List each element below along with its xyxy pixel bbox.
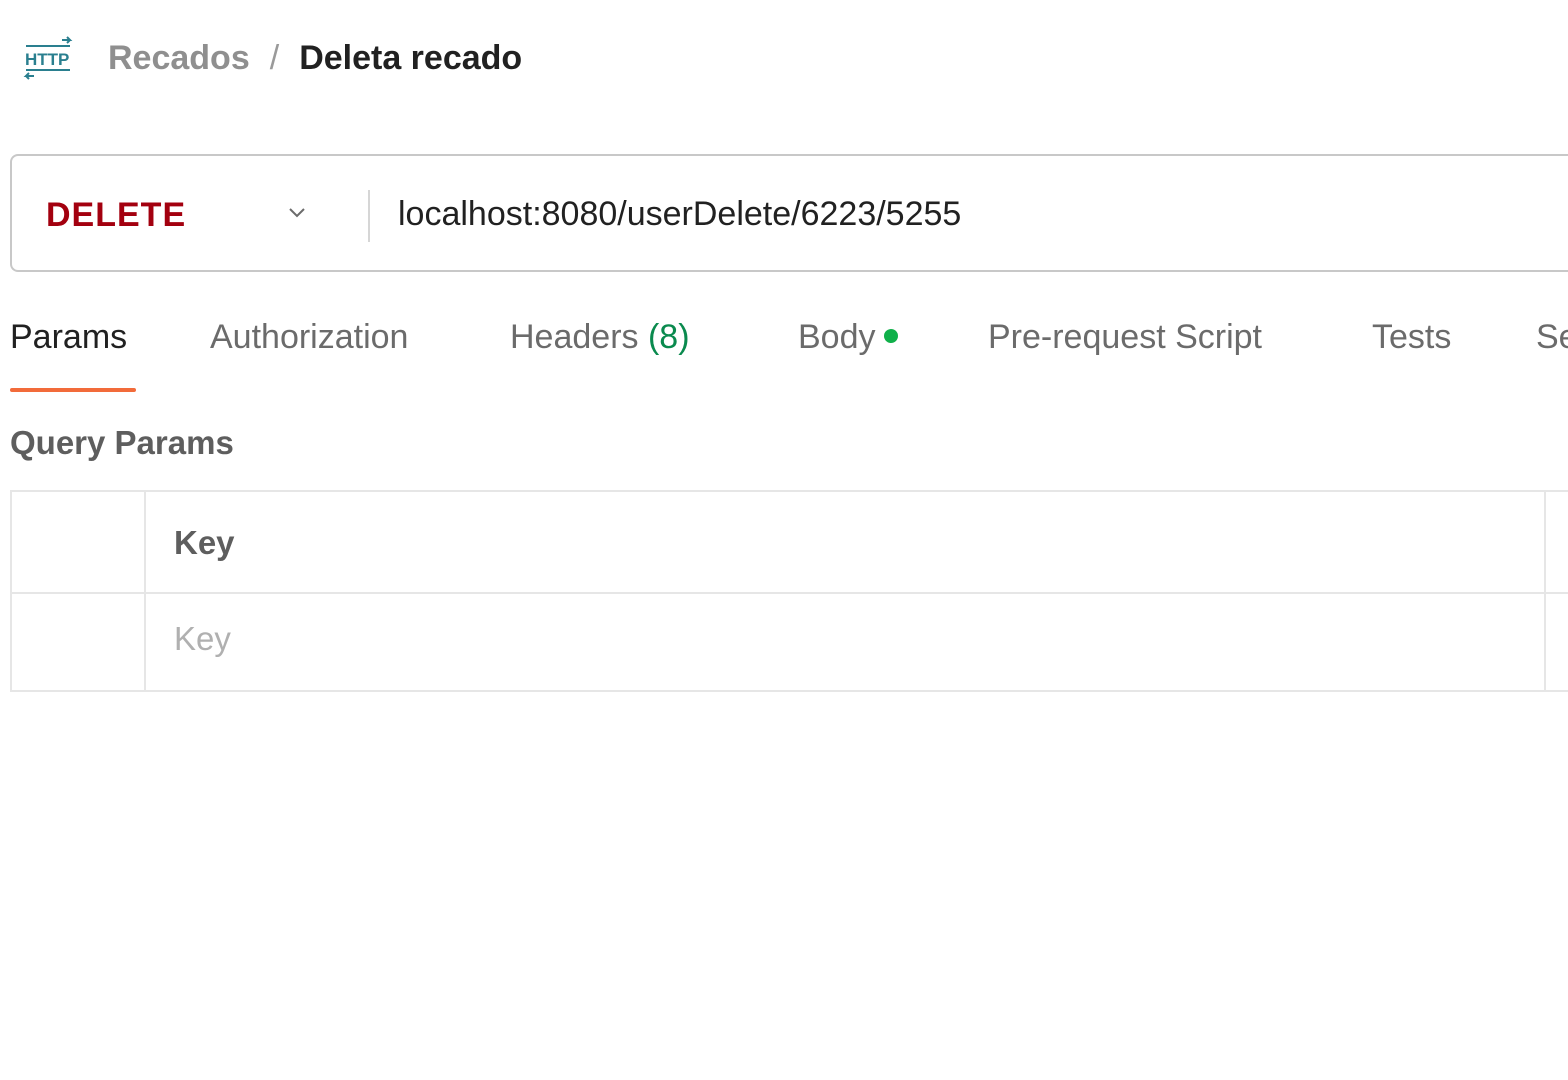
tab-label: Authorization xyxy=(210,318,409,356)
request-title[interactable]: Deleta recado xyxy=(299,39,522,78)
row-checkbox-cell xyxy=(12,592,146,690)
http-icon: HTTP xyxy=(22,32,76,84)
query-params-title: Query Params xyxy=(10,424,234,461)
tab-label: Tests xyxy=(1372,318,1452,356)
method-label: DELETE xyxy=(46,196,187,234)
divider xyxy=(368,190,370,242)
column-header-key: Key xyxy=(174,524,235,561)
key-input[interactable] xyxy=(174,614,1514,664)
tab-authorization[interactable]: Authorization xyxy=(210,318,408,394)
tab-settings[interactable]: Se xyxy=(1536,318,1568,394)
breadcrumb: HTTP Recados / Deleta recado xyxy=(22,30,522,86)
query-params-table: Key xyxy=(10,490,1568,692)
table-row xyxy=(12,592,1568,690)
tab-pre-request-script[interactable]: Pre-request Script xyxy=(988,318,1262,394)
chevron-down-icon xyxy=(282,200,312,224)
breadcrumb-separator: / xyxy=(269,38,280,77)
tab-label: Body xyxy=(798,318,876,356)
url-input[interactable] xyxy=(398,186,1548,242)
tab-label: Headers xyxy=(510,318,639,356)
method-dropdown[interactable]: DELETE xyxy=(12,156,368,270)
key-cell xyxy=(148,592,1546,690)
body-modified-indicator xyxy=(883,329,898,344)
checkbox-column-header xyxy=(12,492,146,592)
tab-label: Se xyxy=(1536,318,1568,356)
request-tabs: Params Authorization Headers (8) Body Pr… xyxy=(10,318,1568,398)
svg-text:HTTP: HTTP xyxy=(25,50,69,69)
request-url-bar: DELETE xyxy=(10,154,1568,272)
key-column-header: Key xyxy=(148,492,1546,592)
tab-headers[interactable]: Headers (8) xyxy=(510,318,690,394)
table-header-row: Key xyxy=(12,492,1568,594)
tab-body[interactable]: Body xyxy=(798,318,898,394)
headers-count: (8) xyxy=(647,318,690,356)
tab-params[interactable]: Params xyxy=(10,318,136,394)
active-tab-indicator xyxy=(10,388,136,392)
tab-label: Params xyxy=(10,318,128,356)
request-editor: HTTP Recados / Deleta recado DELETE Para… xyxy=(0,0,1568,1080)
tab-tests[interactable]: Tests xyxy=(1372,318,1451,394)
breadcrumb-collection-link[interactable]: Recados xyxy=(108,39,250,78)
tab-label: Pre-request Script xyxy=(988,318,1262,356)
